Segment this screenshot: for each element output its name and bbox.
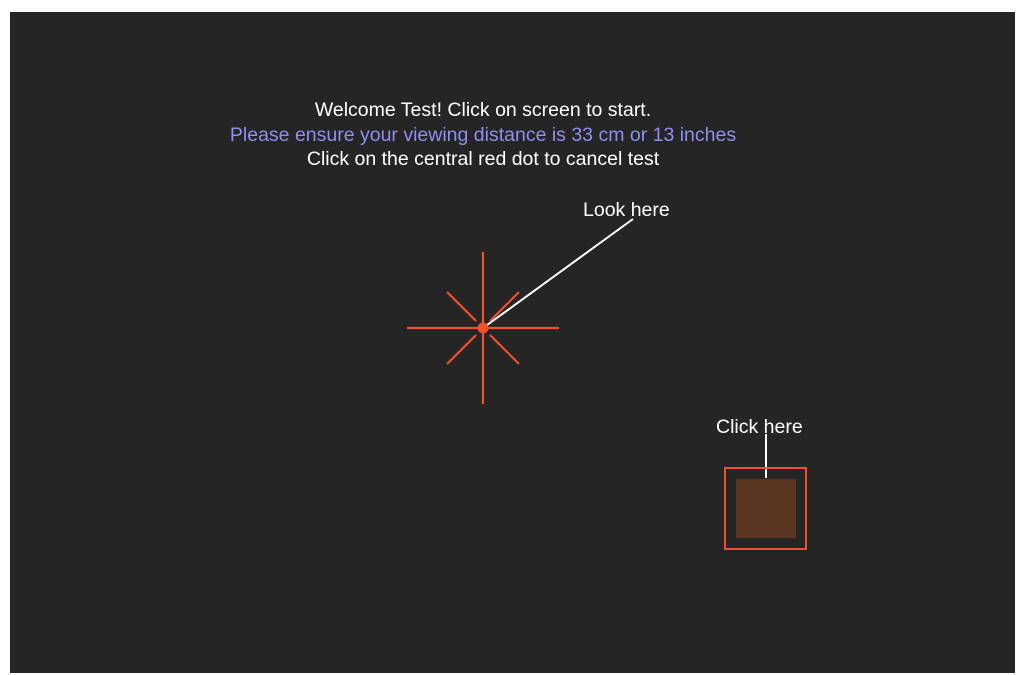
look-here-label: Look here [583,199,670,221]
diagonal-ray-lower-left [446,334,477,365]
diagonal-ray-upper-right [489,291,520,322]
stimulus-layer [407,218,807,550]
test-canvas[interactable]: Welcome Test! Click on screen to start. … [10,12,1015,673]
look-here-pointer-line [482,218,634,329]
click-here-label: Click here [716,416,803,438]
central-red-dot[interactable] [477,322,489,334]
diagonal-ray-lower-right [489,334,520,365]
target-fill [736,479,796,538]
diagonal-ray-upper-left [446,291,477,322]
square-target-icon[interactable] [724,467,807,550]
